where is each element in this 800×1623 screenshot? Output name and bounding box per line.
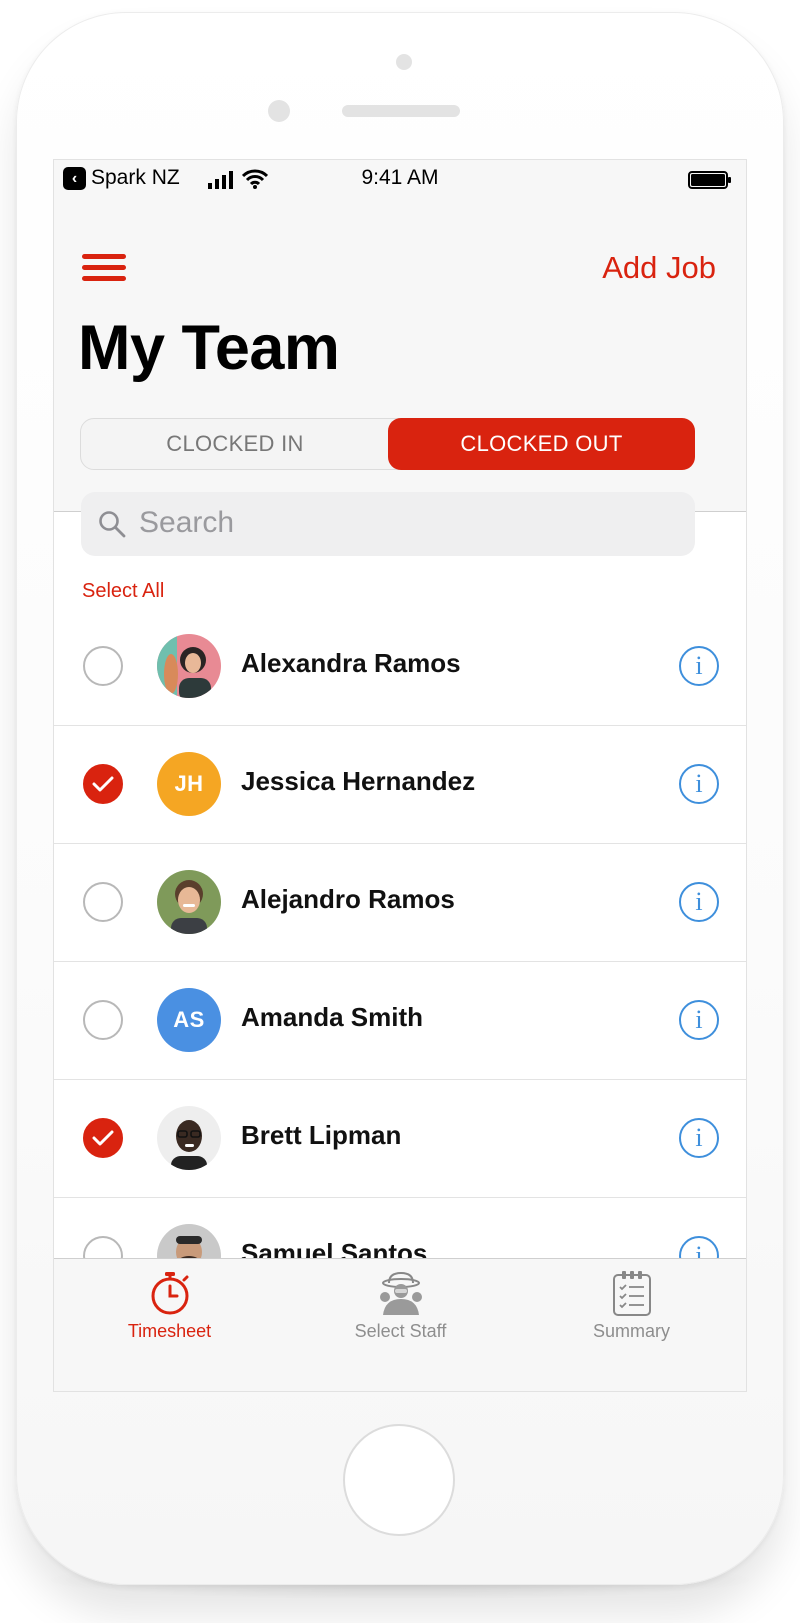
earpiece-speaker <box>342 105 460 117</box>
status-time: 9:41 AM <box>361 166 439 189</box>
avatar-initials: AS <box>173 1007 205 1032</box>
staff-name: Alexandra Ramos <box>241 648 461 678</box>
select-checkbox[interactable] <box>83 1118 123 1158</box>
staff-row[interactable]: JH Jessica Hernandez i <box>54 726 746 844</box>
clipboard-icon <box>612 1271 651 1316</box>
checkmark-icon <box>92 1130 114 1146</box>
add-job-button[interactable]: Add Job <box>602 250 716 286</box>
tab-bar: Timesheet Select Staff Summary <box>54 1258 746 1391</box>
avatar-photo-man <box>157 870 221 934</box>
tab-label: Timesheet <box>127 1321 212 1341</box>
home-button[interactable] <box>343 1424 455 1536</box>
info-icon[interactable]: i <box>679 1000 719 1040</box>
staff-row[interactable]: AS Amanda Smith i <box>54 962 746 1080</box>
checkmark-icon <box>92 776 114 792</box>
avatar-initials: JH <box>174 771 204 796</box>
info-icon[interactable]: i <box>679 764 719 804</box>
staff-name: Amanda Smith <box>241 1002 424 1032</box>
staff-name: Brett Lipman <box>241 1120 402 1150</box>
segment-clocked-out[interactable]: CLOCKED OUT <box>388 418 695 470</box>
select-checkbox[interactable] <box>83 764 123 804</box>
tab-summary[interactable]: Summary <box>516 1259 746 1391</box>
avatar <box>157 1106 221 1170</box>
workers-icon <box>379 1271 422 1315</box>
avatar-photo-woman <box>157 634 221 698</box>
navigation-header: Add Job My Team CLOCKED IN CLOCKED OUT <box>54 200 746 512</box>
segment-clocked-in[interactable]: CLOCKED IN <box>81 418 389 470</box>
front-camera <box>268 100 290 122</box>
staff-row[interactable]: Alejandro Ramos i <box>54 844 746 962</box>
staff-name: Alejandro Ramos <box>241 884 455 914</box>
menu-icon[interactable] <box>82 254 126 286</box>
tab-select-staff[interactable]: Select Staff <box>285 1259 516 1391</box>
staff-name: Jessica Hernandez <box>241 766 476 796</box>
avatar: AS <box>157 988 221 1052</box>
select-checkbox[interactable] <box>83 646 123 686</box>
clock-status-segmented-control: CLOCKED IN CLOCKED OUT <box>80 418 695 470</box>
search-input[interactable]: Search <box>139 506 234 540</box>
select-all-link[interactable]: Select All <box>82 580 164 603</box>
battery-icon <box>688 171 731 189</box>
search-bar[interactable]: Search <box>81 492 695 556</box>
search-icon <box>99 511 126 538</box>
info-icon[interactable]: i <box>679 646 719 686</box>
avatar-photo-man-dark <box>157 1106 221 1170</box>
select-checkbox[interactable] <box>83 1000 123 1040</box>
status-bar: ‹ Spark NZ 9:41 AM <box>54 160 746 200</box>
avatar: JH <box>157 752 221 816</box>
staff-row[interactable]: Alexandra Ramos i <box>54 608 746 726</box>
tab-timesheet[interactable]: Timesheet <box>54 1259 285 1391</box>
select-checkbox[interactable] <box>83 882 123 922</box>
app-screen: ‹ Spark NZ 9:41 AM Add Job My Team CLOCK… <box>53 159 747 1392</box>
tab-label: Summary <box>592 1321 670 1341</box>
page-title: My Team <box>78 313 340 383</box>
info-icon[interactable]: i <box>679 882 719 922</box>
avatar <box>157 634 221 698</box>
proximity-sensor <box>396 54 412 70</box>
stopwatch-icon <box>151 1272 188 1315</box>
tab-label: Select Staff <box>354 1321 447 1341</box>
staff-row[interactable]: Brett Lipman i <box>54 1080 746 1198</box>
avatar <box>157 870 221 934</box>
staff-list: Alexandra Ramos i JH Jessica Hernandez i <box>54 608 746 1316</box>
info-icon[interactable]: i <box>679 1118 719 1158</box>
